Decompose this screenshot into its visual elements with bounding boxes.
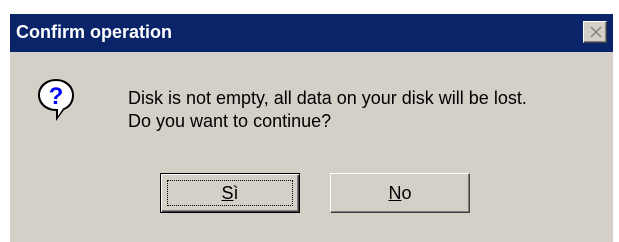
title-bar[interactable]: Confirm operation (10, 14, 613, 52)
message-text: Disk is not empty, all data on your disk… (128, 87, 527, 133)
yes-button[interactable]: Sì (160, 173, 300, 213)
close-button[interactable] (583, 21, 607, 43)
confirm-dialog: Confirm operation ? Disk is not empty, a… (10, 14, 613, 242)
yes-mnemonic: S (221, 183, 234, 203)
message-line-1: Disk is not empty, all data on your disk… (128, 88, 527, 108)
yes-button-label: Sì (161, 183, 299, 203)
dialog-title: Confirm operation (16, 22, 172, 42)
question-icon: ? (36, 77, 76, 123)
no-mnemonic: N (388, 183, 402, 203)
svg-text:?: ? (49, 83, 64, 110)
no-button-label: No (331, 183, 469, 203)
message-line-2: Do you want to continue? (128, 111, 332, 131)
no-label-rest: o (401, 183, 412, 203)
close-icon (590, 26, 602, 38)
no-button[interactable]: No (330, 173, 470, 213)
yes-label-rest: ì (233, 183, 239, 203)
